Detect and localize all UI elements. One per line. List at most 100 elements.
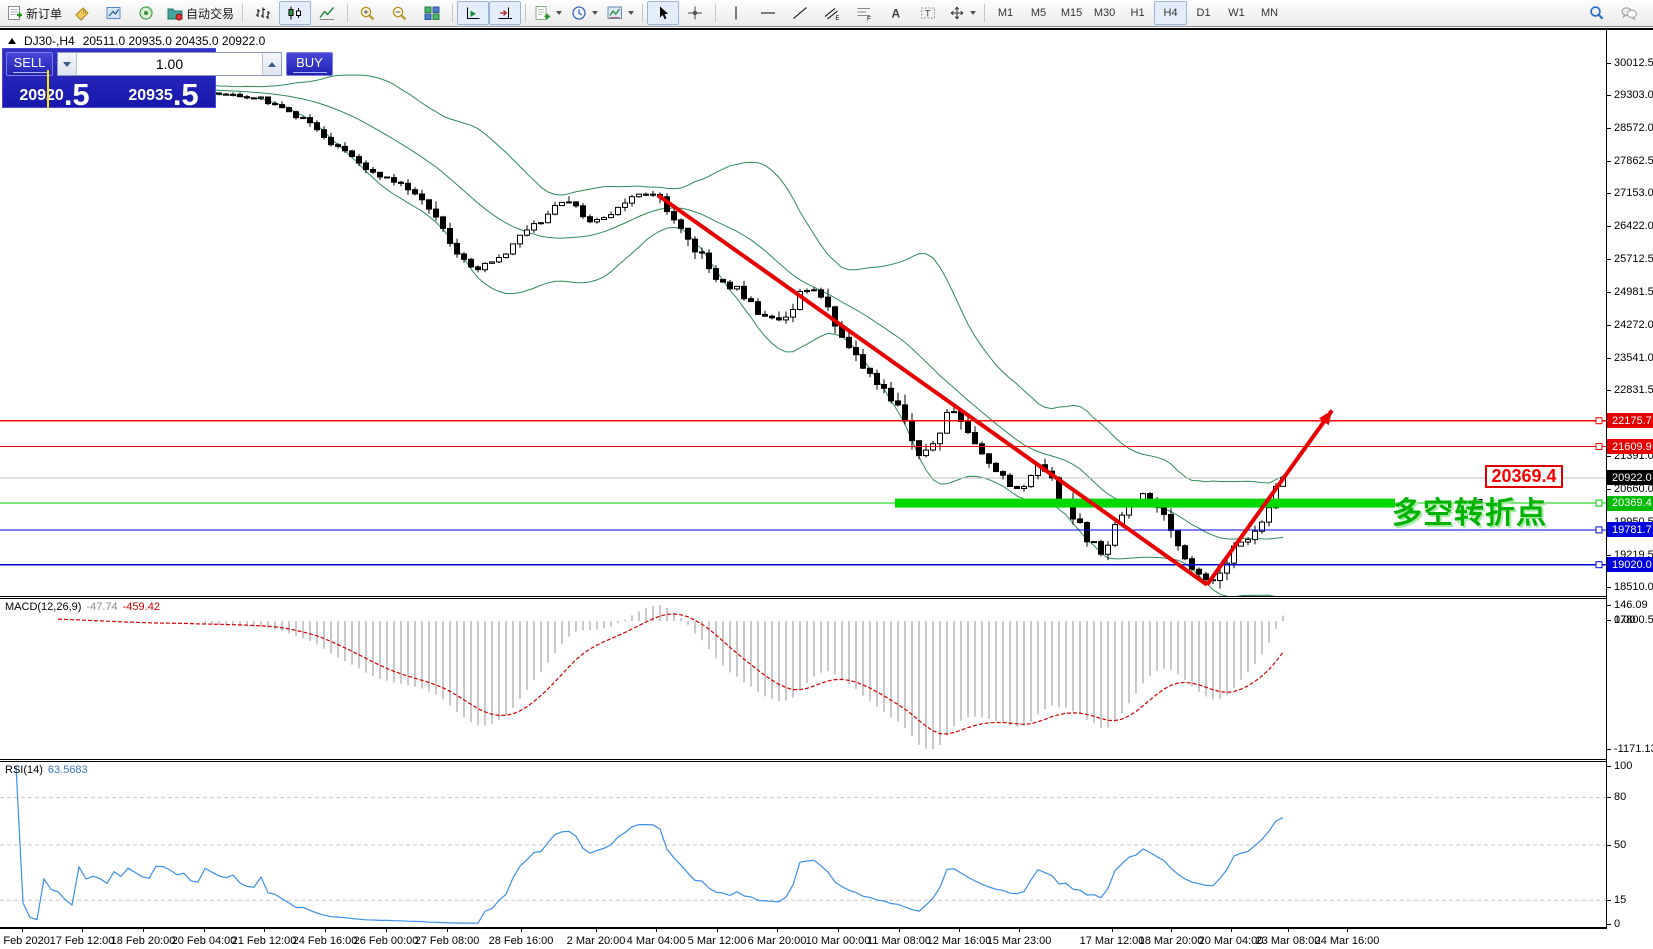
algo-trading-icon [166,5,184,21]
tf-m5-button[interactable]: M5 [1022,1,1055,25]
market-watch-icon [105,5,123,21]
periods-button[interactable] [566,1,602,25]
time-tick-label: 17 Feb 12:00 [50,935,115,947]
search-button[interactable] [1581,1,1613,25]
price-tick-label: 24272.0 [1614,319,1653,332]
vertical-line-button[interactable] [720,1,752,25]
toolbar-separator [347,4,348,22]
zoom-out-button[interactable] [384,1,416,25]
price-tick-label: 18510.0 [1614,581,1653,594]
algo-trading-button[interactable]: 自动交易 [162,1,238,25]
tile-windows-button[interactable] [416,1,448,25]
tf-d1-button[interactable]: D1 [1187,1,1220,25]
tf-m15-button[interactable]: M15 [1055,1,1088,25]
buy-price-main: 20935 [128,87,173,105]
price-highlight-label: 20922.0 [1607,470,1653,485]
main-chart-canvas[interactable] [0,30,1606,596]
time-tick-label: 4 Mar 04:00 [627,935,686,947]
level-price-box[interactable]: 20369.4 [1485,465,1563,488]
ocp-buttons-row: SELL BUY [6,52,212,76]
new-order-button[interactable]: 新订单 [2,1,66,25]
toolbar-separator [452,4,453,22]
toolbar-separator [242,4,243,22]
tf-m30-button[interactable]: M30 [1088,1,1121,25]
sell-price[interactable]: 20920 .5 [6,78,103,107]
tf-w1-button[interactable]: W1 [1220,1,1253,25]
tf-h1-button[interactable]: H1 [1121,1,1154,25]
dropdown-caret-icon[interactable] [628,11,634,15]
time-tick-mark [22,929,23,932]
pivot-annotation-text[interactable]: 多空转折点 [1392,498,1547,530]
auto-scroll-button[interactable] [457,1,489,25]
text-icon: A [887,5,905,21]
pane-separator[interactable] [0,759,1653,762]
line-chart-button[interactable] [311,1,343,25]
pane-separator[interactable] [0,596,1653,599]
chart-header: DJ30-,H4 20511.0 20935.0 20435.0 20922.0 [8,34,265,48]
time-tick-label: 24 Mar 16:00 [1315,935,1380,947]
macd-axis-label: 146.09 [1614,599,1648,612]
volume-increase-button[interactable] [262,53,281,75]
dropdown-caret-icon[interactable] [556,11,562,15]
toolbar-separator [642,4,643,22]
price-tick-label: 28572.0 [1614,122,1653,135]
horizontal-line-button[interactable] [752,1,784,25]
radar-button[interactable] [130,1,162,25]
rsi-indicator-label: RSI(14) 63.5683 [5,764,88,776]
time-tick-label: 20 Mar 04:00 [1199,935,1264,947]
buy-price[interactable]: 20935 .5 [115,78,212,107]
shapes-button[interactable] [944,1,980,25]
time-tick-mark [1347,929,1348,932]
indicators-button[interactable] [530,1,566,25]
bar-chart-button[interactable] [247,1,279,25]
rsi-pane-canvas[interactable] [0,762,1606,927]
time-tick-mark [596,929,597,932]
time-tick-label: 28 Feb 16:00 [489,935,554,947]
volume-input[interactable] [77,53,262,75]
cursor-button[interactable] [647,1,679,25]
price-highlight-label: 19781.7 [1607,522,1653,537]
label-button[interactable]: T [912,1,944,25]
time-tick-mark [1019,929,1020,932]
cursor-icon [654,5,672,21]
time-axis[interactable]: 4 Feb 202017 Feb 12:0018 Feb 20:0020 Feb… [0,929,1653,949]
new-order-icon [6,5,24,21]
market-watch-button[interactable] [98,1,130,25]
channel-button[interactable]: E [816,1,848,25]
macd-tick-mark [1607,749,1611,750]
time-tick-mark [264,929,265,932]
dropdown-caret-icon[interactable] [592,11,598,15]
rsi-axis-label: 50 [1614,839,1626,852]
price-highlight-label: 21609.9 [1607,439,1653,454]
rsi-name: RSI(14) [5,764,43,776]
price-tick-label: 27862.5 [1614,155,1653,168]
price-tick-label: 29303.0 [1614,89,1653,102]
templates-icon [606,5,624,21]
chat-button[interactable] [1613,1,1645,25]
toolbar-button-label: 自动交易 [186,5,234,22]
text-button[interactable]: A [880,1,912,25]
tf-mn-button[interactable]: MN [1253,1,1286,25]
fibonacci-button[interactable]: F [848,1,880,25]
tf-h4-button[interactable]: H4 [1154,1,1187,25]
volume-decrease-button[interactable] [58,53,77,75]
price-highlight-label: 22175.7 [1607,413,1653,428]
dropdown-caret-icon[interactable] [970,11,976,15]
candlestick-button[interactable] [279,1,311,25]
price-axis[interactable]: 30012.529303.028572.027862.527153.026422… [1607,30,1653,929]
crosshair-button[interactable] [679,1,711,25]
templates-button[interactable] [602,1,638,25]
price-tick-mark [1607,161,1611,162]
buy-button[interactable]: BUY [286,52,333,76]
tf-m1-button[interactable]: M1 [989,1,1022,25]
time-tick-label: 15 Mar 23:00 [987,935,1052,947]
collapse-triangle-icon[interactable] [8,38,16,44]
ticket-button[interactable] [66,1,98,25]
rsi-axis-label: 80 [1614,791,1626,804]
zoom-in-button[interactable] [352,1,384,25]
sell-button[interactable]: SELL [6,52,53,76]
chart-shift-button[interactable] [489,1,521,25]
price-highlight-label: 20369.4 [1607,496,1653,511]
macd-pane-canvas[interactable] [0,599,1606,759]
trendline-button[interactable] [784,1,816,25]
